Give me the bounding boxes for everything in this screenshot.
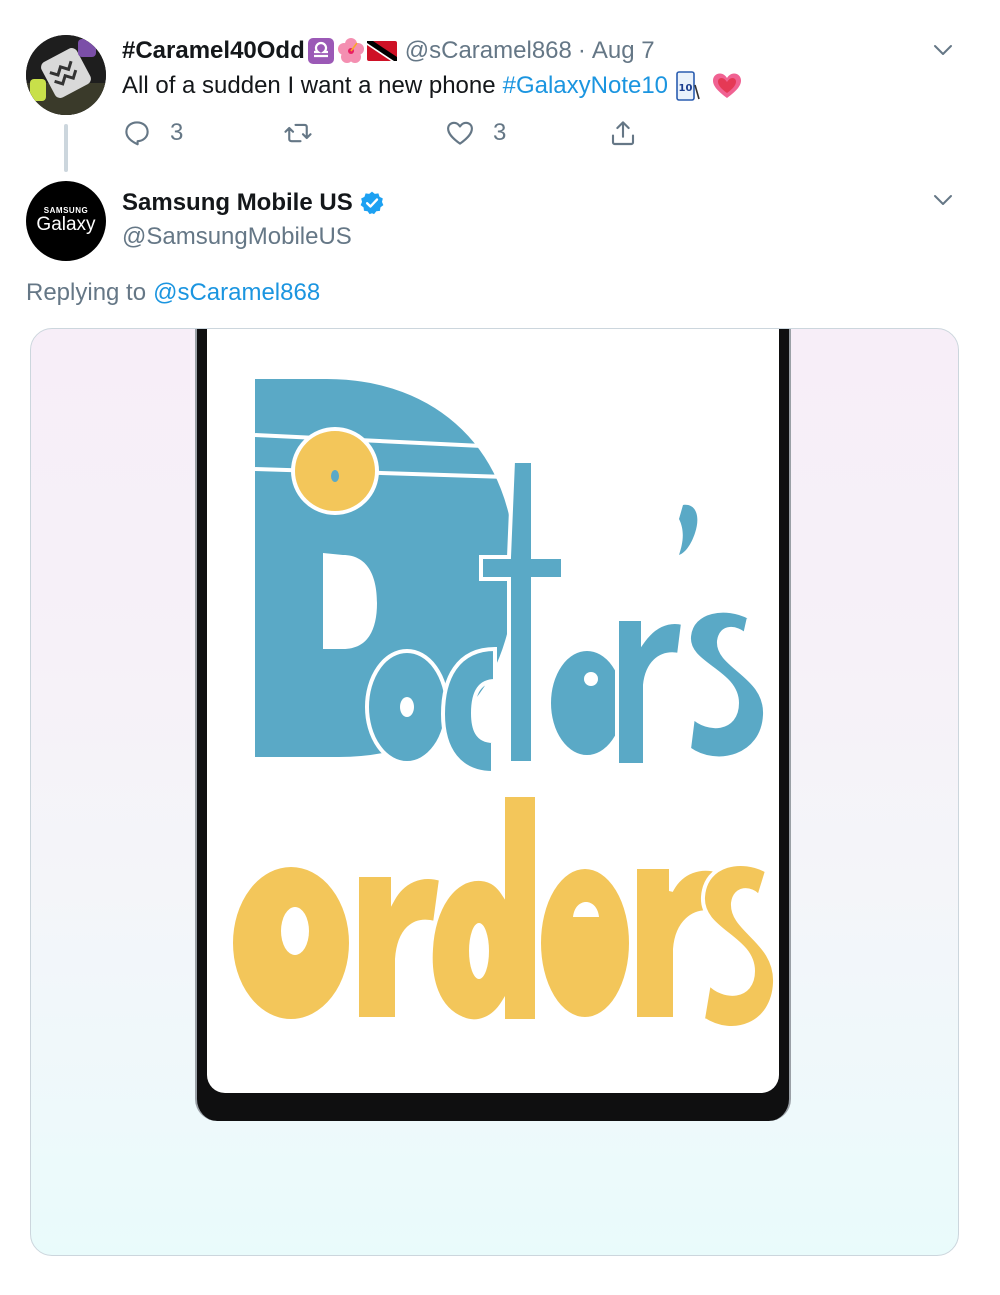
- reply-button[interactable]: 3: [122, 114, 183, 152]
- svg-text:10: 10: [679, 83, 693, 94]
- display-name[interactable]: Samsung Mobile US: [122, 189, 353, 217]
- replying-prefix: Replying to: [26, 279, 147, 306]
- tweet-menu-chevron-icon[interactable]: [931, 188, 955, 212]
- avatar-brand-big: Galaxy: [36, 214, 96, 235]
- separator-dot: ·: [577, 37, 586, 64]
- share-button[interactable]: [608, 114, 638, 152]
- thread-connector: [64, 124, 68, 172]
- phone-illustration: [195, 329, 791, 1121]
- samsung-avatar[interactable]: SAMSUNG Galaxy: [26, 181, 106, 261]
- replying-to: Replying to @sCaramel868: [26, 276, 320, 310]
- hashtag-link[interactable]: #GalaxyNote10: [503, 72, 668, 100]
- share-icon: [611, 121, 635, 146]
- user-handle[interactable]: @sCaramel868: [405, 37, 572, 65]
- user-handle[interactable]: @SamsungMobileUS: [122, 220, 352, 254]
- libra-emoji-icon: [307, 37, 335, 65]
- like-button[interactable]: 3: [445, 114, 506, 152]
- tweet-body: All of a sudden I want a new phone: [122, 72, 496, 99]
- user-avatar[interactable]: [26, 35, 106, 115]
- doctors-orders-doodle: [229, 375, 778, 1030]
- display-name-row: Samsung Mobile US: [122, 186, 385, 220]
- reply-mention-link[interactable]: @sCaramel868: [153, 279, 320, 307]
- trinidad-flag-icon: [366, 39, 397, 63]
- reply-icon: [125, 121, 149, 146]
- tweet-actions: 3 3: [122, 114, 682, 152]
- retweet-icon: [284, 123, 312, 143]
- heart-icon: [447, 121, 473, 145]
- like-count: 3: [493, 119, 507, 146]
- tweet-original[interactable]: #Caramel40Odd @sCaramel868 · Aug 7 All o…: [0, 0, 1000, 172]
- hibiscus-emoji-icon: [337, 37, 365, 65]
- retweet-button[interactable]: [283, 114, 331, 152]
- pink-heart-emoji-icon: [712, 72, 742, 100]
- reply-count: 3: [170, 119, 184, 146]
- tweet-menu-chevron-icon[interactable]: [931, 38, 955, 62]
- tweet-date[interactable]: Aug 7: [592, 37, 655, 65]
- display-name[interactable]: #Caramel40Odd: [122, 37, 305, 65]
- tweet-header: #Caramel40Odd @sCaramel868 · Aug 7: [122, 34, 655, 68]
- note10-emoji-icon: 10: [674, 71, 700, 101]
- phone-screen: [207, 329, 779, 1093]
- tweet-reply[interactable]: SAMSUNG Galaxy Samsung Mobile US @Samsun…: [0, 170, 1000, 1295]
- tweet-text: All of a sudden I want a new phone #Gala…: [122, 69, 742, 103]
- tweet-media-image[interactable]: [30, 328, 959, 1256]
- verified-badge-icon: [360, 191, 384, 215]
